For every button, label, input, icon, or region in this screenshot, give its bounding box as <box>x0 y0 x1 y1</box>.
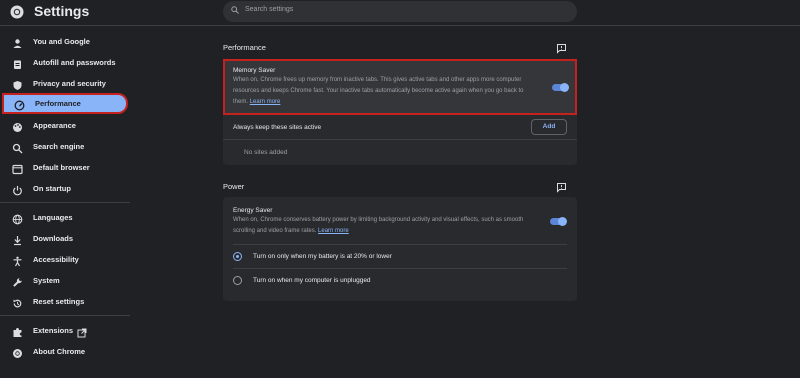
sidebar-item-label: About Chrome <box>33 347 86 356</box>
energy-saver-description: When on, Chrome conserves battery power … <box>233 217 524 234</box>
sidebar-item-label: Downloads <box>33 234 74 243</box>
row-divider <box>233 244 567 245</box>
power-section-title: Power <box>223 182 245 191</box>
sidebar-item-label: Autofill and passwords <box>33 58 116 67</box>
reset-icon <box>12 296 23 308</box>
sidebar: You and Google Autofill and passwords Pr… <box>0 26 135 378</box>
memory-saver-toggle[interactable] <box>552 82 569 92</box>
chrome-icon <box>12 346 23 358</box>
top-bar: Settings Search settings <box>0 0 800 25</box>
person-icon <box>12 36 23 48</box>
energy-saver-title: Energy Saver <box>233 207 273 214</box>
globe-icon <box>12 212 23 225</box>
palette-icon <box>12 120 23 132</box>
sidebar-item-about-chrome[interactable]: About Chrome <box>0 341 128 362</box>
energy-saver-toggle[interactable] <box>550 216 567 226</box>
accessibility-icon <box>12 254 23 267</box>
search-icon <box>12 141 23 154</box>
sidebar-item-system[interactable]: System <box>0 270 128 291</box>
sidebar-item-on-startup[interactable]: On startup <box>0 178 128 199</box>
sidebar-item-label: Extensions <box>33 326 74 335</box>
wrench-icon <box>12 275 23 287</box>
no-sites-text: No sites added <box>244 149 288 156</box>
memory-saver-title: Memory Saver <box>233 67 276 74</box>
add-site-button[interactable]: Add <box>531 119 567 135</box>
power-icon <box>12 183 23 196</box>
sidebar-item-privacy[interactable]: Privacy and security <box>0 73 128 94</box>
sidebar-item-default-browser[interactable]: Default browser <box>0 157 128 178</box>
power-card: Energy Saver When on, Chrome conserves b… <box>223 197 577 301</box>
memory-saver-description: When on, Chrome frees up memory from ina… <box>233 77 524 105</box>
sidebar-item-performance[interactable]: Performance <box>2 93 128 114</box>
sidebar-item-label: System <box>33 276 60 285</box>
sidebar-item-label: Appearance <box>33 121 76 130</box>
puzzle-icon <box>12 325 23 337</box>
sidebar-item-accessibility[interactable]: Accessibility <box>0 249 128 270</box>
sidebar-divider <box>0 202 130 203</box>
search-placeholder: Search settings <box>245 6 294 13</box>
speedometer-icon <box>14 98 25 111</box>
battery-20-label: Turn on only when my battery is at 20% o… <box>253 253 392 260</box>
energy-saver-learn-more-link[interactable]: Learn more <box>318 228 349 234</box>
download-icon <box>12 233 23 246</box>
feedback-icon[interactable] <box>556 180 567 193</box>
performance-section-title: Performance <box>223 43 266 52</box>
sidebar-item-label: You and Google <box>33 37 90 46</box>
row-divider <box>223 139 577 140</box>
app-title: Settings <box>34 3 90 19</box>
sidebar-item-extensions[interactable]: Extensions <box>0 320 128 341</box>
browser-icon <box>12 162 23 175</box>
memory-saver-learn-more-link[interactable]: Learn more <box>250 99 281 105</box>
sidebar-item-search-engine[interactable]: Search engine <box>0 136 128 157</box>
sidebar-item-downloads[interactable]: Downloads <box>0 228 128 249</box>
unplugged-radio[interactable] <box>233 276 242 285</box>
sidebar-divider <box>0 315 130 316</box>
sidebar-item-reset-settings[interactable]: Reset settings <box>0 291 128 312</box>
search-icon <box>231 6 239 14</box>
feedback-icon[interactable] <box>556 41 567 54</box>
sidebar-item-label: Privacy and security <box>33 79 106 88</box>
always-active-label: Always keep these sites active <box>233 124 322 131</box>
chrome-logo-icon <box>10 5 24 19</box>
battery-20-radio[interactable] <box>233 252 242 261</box>
shield-icon <box>12 78 23 90</box>
sidebar-item-label: On startup <box>33 184 71 193</box>
sidebar-item-you-and-google[interactable]: You and Google <box>0 31 128 52</box>
sidebar-item-autofill[interactable]: Autofill and passwords <box>0 52 128 73</box>
sidebar-item-label: Reset settings <box>33 297 85 306</box>
unplugged-label: Turn on when my computer is unplugged <box>253 277 371 284</box>
clipboard-icon <box>12 57 23 69</box>
memory-saver-setting: Memory Saver When on, Chrome frees up me… <box>223 59 577 115</box>
sidebar-item-label: Search engine <box>33 142 85 151</box>
sidebar-item-appearance[interactable]: Appearance <box>0 115 128 136</box>
sidebar-item-label: Default browser <box>33 163 90 172</box>
sidebar-item-label: Languages <box>33 213 73 222</box>
search-input[interactable]: Search settings <box>223 1 577 22</box>
row-divider <box>233 268 567 269</box>
sidebar-item-label: Performance <box>35 99 81 108</box>
sidebar-item-languages[interactable]: Languages <box>0 207 128 228</box>
sidebar-item-label: Accessibility <box>33 255 79 264</box>
